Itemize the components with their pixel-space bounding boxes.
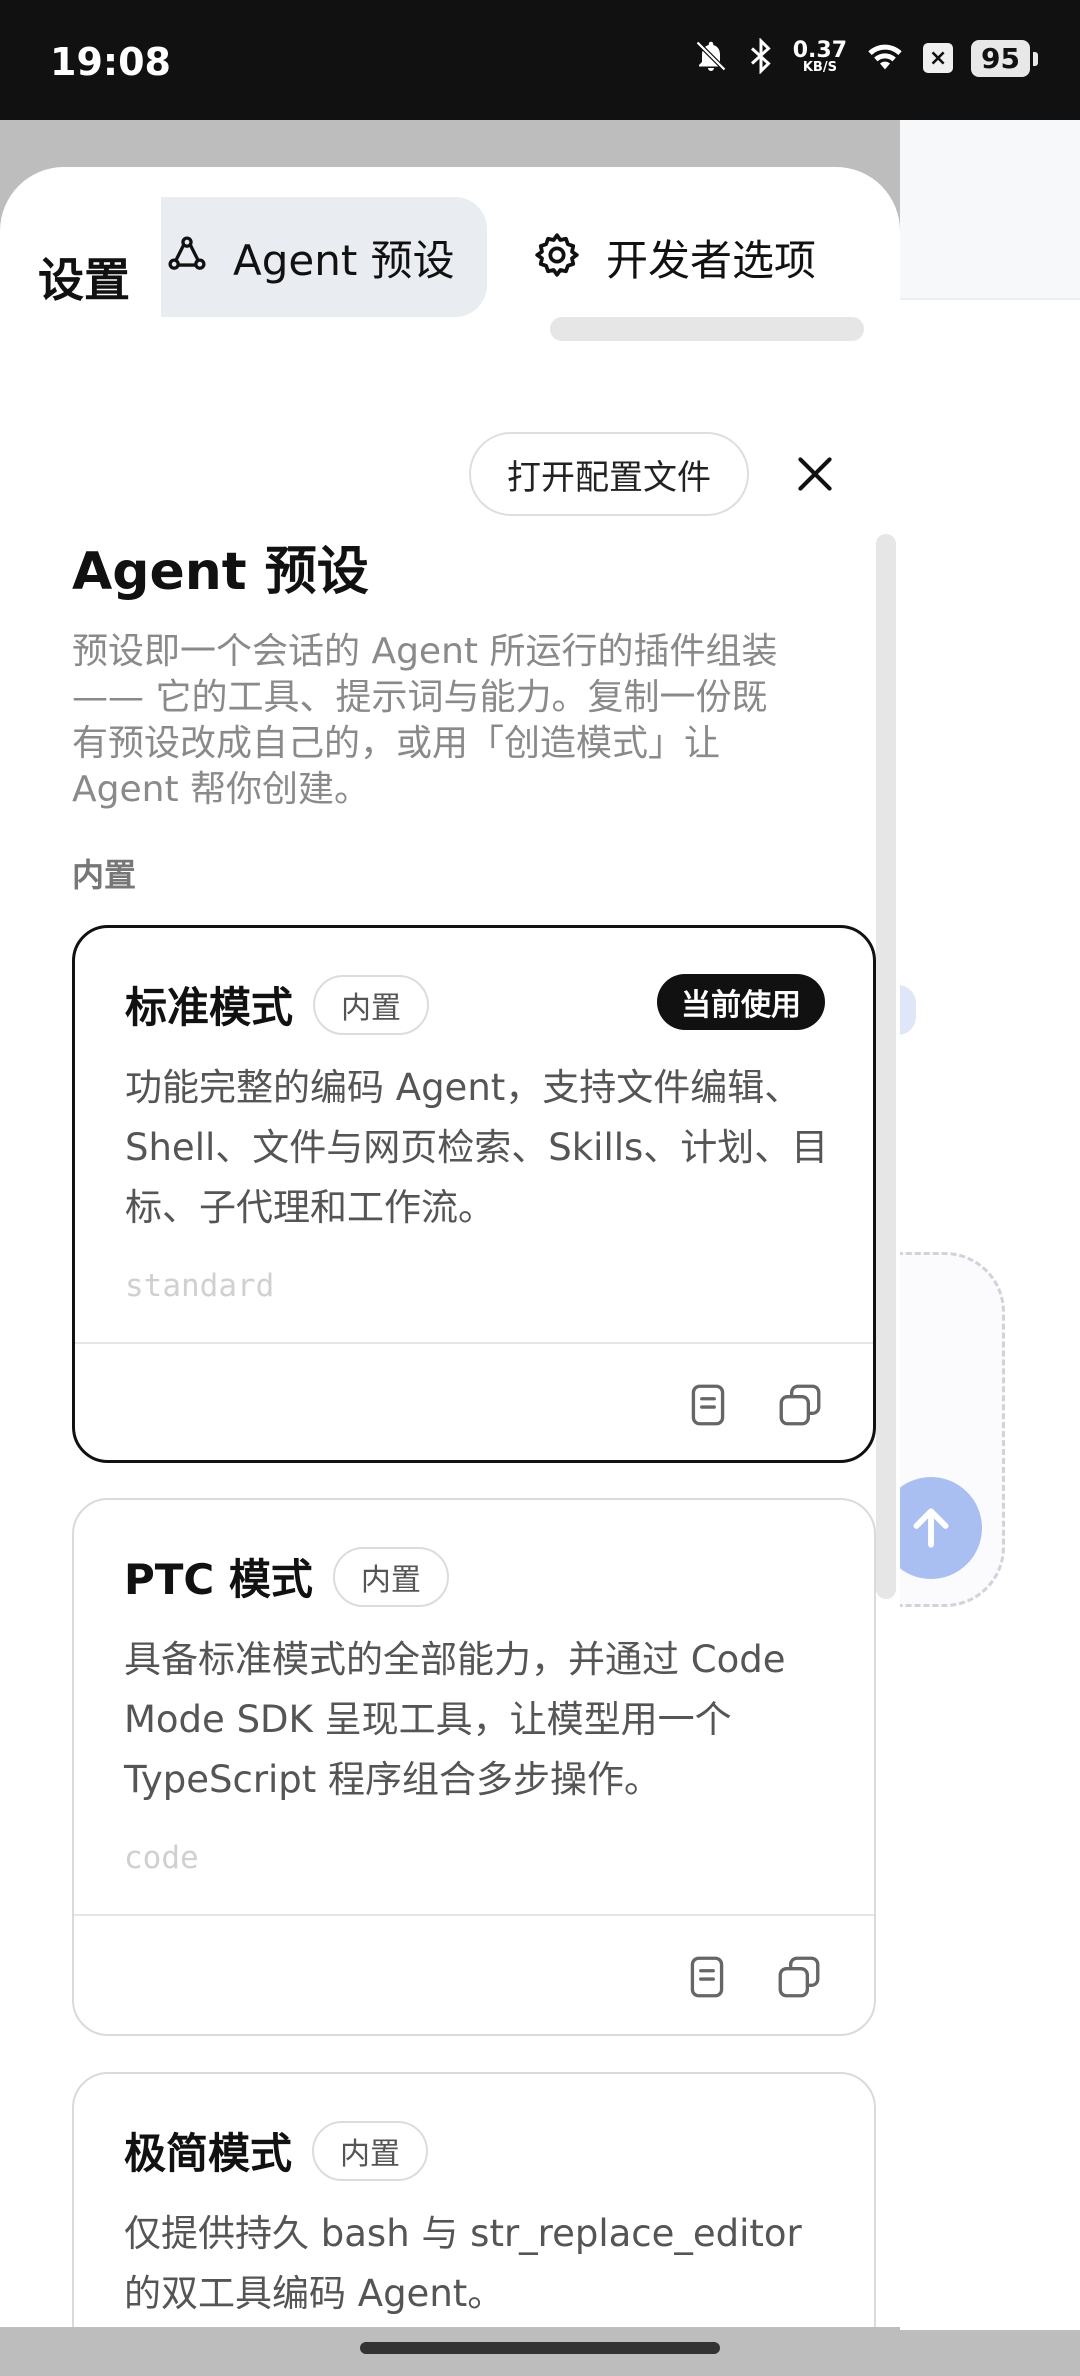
- view-document-icon[interactable]: [683, 1380, 733, 1430]
- bluetooth-icon: [747, 37, 775, 78]
- arrow-up-icon: [913, 1508, 949, 1548]
- agent-icon: [165, 233, 209, 281]
- close-button[interactable]: [790, 449, 840, 499]
- wifi-icon: [865, 39, 905, 77]
- tab-agent-presets[interactable]: Agent 预设: [161, 197, 487, 317]
- tab-agent-presets-label: Agent 预设: [233, 235, 455, 285]
- gear-icon: [532, 230, 582, 284]
- settings-sheet: 设置 Agent 预设 开发者选项 打开配置文件 Agent 预设 预设即一个会…: [0, 167, 900, 2327]
- page-heading: Agent 预设: [72, 542, 369, 602]
- copy-icon[interactable]: [774, 1952, 824, 2002]
- view-document-icon[interactable]: [682, 1952, 732, 2002]
- battery-indicator: 95: [971, 39, 1038, 77]
- card-footer: [74, 1914, 874, 2034]
- card-description: 具备标准模式的全部能力，并通过 Code Mode SDK 呈现工具，让模型用一…: [124, 1638, 786, 1801]
- card-slug: standard: [125, 1268, 275, 1304]
- card-description: 功能完整的编码 Agent，支持文件编辑、Shell、文件与网页检索、Skill…: [125, 1066, 829, 1229]
- open-config-file-button[interactable]: 打开配置文件: [469, 432, 749, 516]
- sheet-title: 设置: [38, 253, 130, 307]
- status-time: 19:08: [50, 40, 171, 84]
- x-notification-icon: ×: [923, 43, 954, 73]
- card-title: 极简模式: [124, 2129, 293, 2178]
- status-bar: 19:08 0.37 KB/S × 95: [0, 0, 1080, 120]
- preset-card-ptc[interactable]: PTC 模式 内置 具备标准模式的全部能力，并通过 Code Mode SDK …: [72, 1498, 876, 2036]
- card-slug: code: [124, 1840, 199, 1876]
- network-speed: 0.37 KB/S: [793, 40, 847, 75]
- card-header: 极简模式 内置: [124, 2120, 429, 2181]
- section-label-builtin: 内置: [72, 856, 137, 894]
- builtin-badge: 内置: [312, 2120, 429, 2181]
- tabs-scrollbar[interactable]: [550, 317, 864, 341]
- builtin-badge: 内置: [332, 1546, 449, 1607]
- copy-icon[interactable]: [775, 1380, 825, 1430]
- tab-developer-options[interactable]: 开发者选项: [532, 197, 816, 317]
- mute-bell-icon: [693, 38, 729, 78]
- current-in-use-badge: 当前使用: [657, 974, 825, 1030]
- background-page: [900, 120, 1080, 2330]
- content-scrollbar[interactable]: [876, 534, 896, 1599]
- tab-developer-options-label: 开发者选项: [606, 235, 817, 285]
- close-icon: [798, 457, 832, 491]
- card-footer: [75, 1342, 873, 1460]
- builtin-badge: 内置: [313, 974, 430, 1035]
- status-icons: 0.37 KB/S × 95: [693, 37, 1038, 78]
- card-title: 标准模式: [125, 983, 294, 1032]
- page-description: 预设即一个会话的 Agent 所运行的插件组装 —— 它的工具、提示词与能力。复…: [72, 631, 778, 810]
- preset-card-minimal[interactable]: 极简模式 内置 仅提供持久 bash 与 str_replace_editor …: [72, 2072, 876, 2327]
- card-description: 仅提供持久 bash 与 str_replace_editor 的双工具编码 A…: [124, 2212, 802, 2315]
- card-title: PTC 模式: [124, 1555, 313, 1604]
- network-speed-unit: KB/S: [802, 60, 837, 75]
- card-header: 标准模式 内置: [125, 974, 430, 1035]
- home-indicator[interactable]: [360, 2342, 720, 2354]
- background-topbar: [900, 120, 1080, 300]
- card-header: PTC 模式 内置: [124, 1546, 449, 1607]
- preset-card-standard[interactable]: 标准模式 内置 当前使用 功能完整的编码 Agent，支持文件编辑、Shell、…: [72, 925, 876, 1463]
